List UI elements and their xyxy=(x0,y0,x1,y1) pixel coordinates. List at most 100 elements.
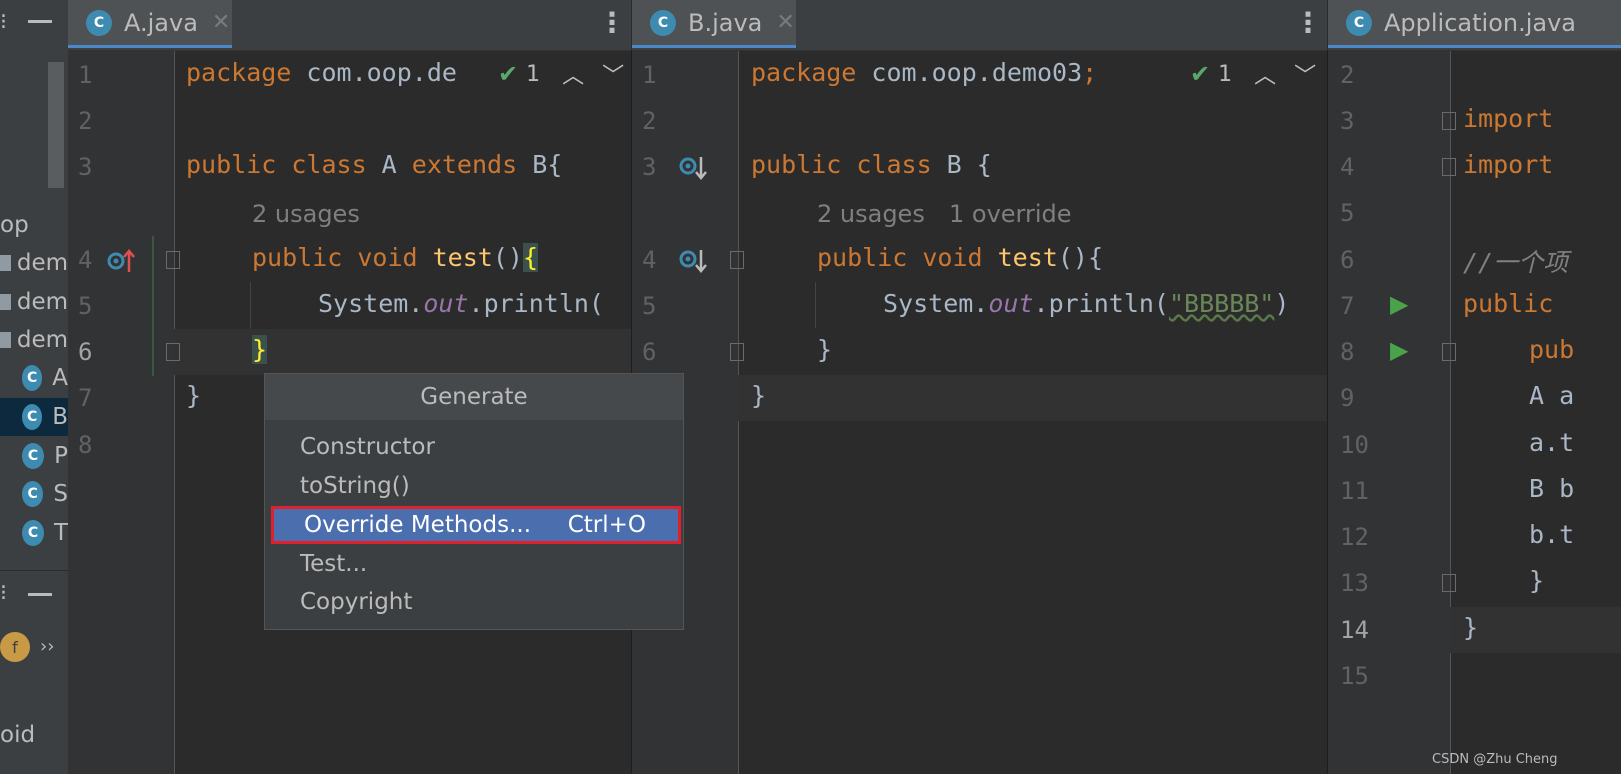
inspection-widget[interactable]: ✔ 1 ︿ ﹀ xyxy=(1190,58,1316,90)
sidebar-item-folder[interactable]: dem xyxy=(0,282,68,322)
code-line-4: public void test(){ xyxy=(817,243,1103,272)
code-text: .println( xyxy=(1033,289,1169,318)
sidebar-item-class-s[interactable]: C S xyxy=(0,475,68,513)
line-number: 4 xyxy=(1340,153,1355,181)
line-number: 9 xyxy=(1340,384,1355,412)
current-line-highlight xyxy=(738,375,1327,421)
tabbar-app: C Application.java xyxy=(1328,0,1621,51)
menu-item-label: Copyright xyxy=(300,589,413,615)
run-icon[interactable]: ▶ xyxy=(1390,290,1408,318)
class-icon: C xyxy=(22,443,45,469)
code-line-5: System.out.println( xyxy=(318,289,604,318)
sidebar-item-label: B xyxy=(52,404,68,430)
folder-icon xyxy=(0,294,11,310)
code-text: System. xyxy=(883,289,989,318)
menu-item-label: Override Methods... xyxy=(304,512,532,538)
line-number: 11 xyxy=(1340,477,1369,505)
menu-item-tostring[interactable]: toString() xyxy=(265,467,683,505)
usages-hint[interactable]: 2 usages xyxy=(817,200,925,228)
overridden-class-icon[interactable] xyxy=(678,153,708,183)
sidebar-item-class-p[interactable]: C P xyxy=(0,437,68,475)
line-number: 8 xyxy=(78,431,93,459)
fold-icon[interactable] xyxy=(166,251,180,269)
code-text: ) xyxy=(1274,289,1290,318)
sidebar-item-label: dem xyxy=(16,289,68,315)
chevron-up-icon[interactable]: ︿ xyxy=(1254,58,1276,90)
fold-icon[interactable] xyxy=(730,251,744,269)
field-icon[interactable]: f xyxy=(0,632,30,662)
overridden-method-icon[interactable] xyxy=(678,246,708,276)
menu-item-override-methods[interactable]: Override Methods... Ctrl+O xyxy=(271,506,681,544)
line-number: 3 xyxy=(642,153,657,181)
line-number: 2 xyxy=(1340,61,1355,89)
code-line-1: package com.oop.de xyxy=(186,58,457,87)
inspection-widget[interactable]: ✔ 1 ︿ ﹀ xyxy=(494,58,625,90)
line-number: 14 xyxy=(1340,616,1369,644)
line-number: 5 xyxy=(78,292,93,320)
sidebar-item-folder[interactable]: dem xyxy=(0,320,68,360)
close-icon[interactable]: ✕ xyxy=(212,10,230,35)
fold-icon[interactable] xyxy=(166,343,180,361)
tab-b-java[interactable]: C B.java ✕ xyxy=(632,0,796,48)
menu-item-copyright[interactable]: Copyright xyxy=(265,583,683,621)
keyword: import xyxy=(1463,150,1554,179)
usages-hint[interactable]: 2 usages xyxy=(252,200,360,228)
fold-icon[interactable] xyxy=(1442,343,1456,361)
tab-a-java[interactable]: C A.java ✕ xyxy=(68,0,232,48)
class-icon: C xyxy=(22,481,44,507)
minimize-icon[interactable] xyxy=(28,593,52,596)
sidebar-item-label: A xyxy=(52,365,68,391)
expand-chevron-icon[interactable]: ›› xyxy=(40,636,54,657)
inspection-count: 1 xyxy=(526,61,541,87)
tabbar-a: C A.java ✕ ⋮ xyxy=(68,0,631,51)
minimize-icon[interactable] xyxy=(28,20,52,23)
fold-icon[interactable] xyxy=(1442,574,1456,592)
sidebar-item-label: dem xyxy=(16,250,68,276)
settings-icon[interactable]: ⁝ xyxy=(0,10,7,35)
semicolon: ; xyxy=(1082,58,1098,87)
code-line-3: public class B { xyxy=(751,150,992,179)
code-line-1: package com.oop.demo03; xyxy=(751,58,1097,87)
menu-item-constructor[interactable]: Constructor xyxy=(265,428,683,466)
tab-application-java[interactable]: C Application.java xyxy=(1328,0,1621,48)
fold-icon[interactable] xyxy=(1442,112,1456,130)
settings-icon[interactable]: ⁝ xyxy=(0,581,7,606)
keyword: package xyxy=(186,58,292,87)
class-icon: C xyxy=(22,365,43,391)
override-method-icon[interactable] xyxy=(106,246,136,276)
more-options-icon[interactable]: ⋮ xyxy=(1294,6,1322,39)
sidebar-item-module[interactable]: op xyxy=(0,212,29,238)
static-field: out xyxy=(423,289,469,318)
method-name: test xyxy=(982,243,1058,272)
method-name: test xyxy=(417,243,493,272)
chevron-down-icon[interactable]: ﹀ xyxy=(602,58,624,90)
indent-guide xyxy=(250,282,251,328)
overrides-hint[interactable]: 1 override xyxy=(949,200,1072,228)
keyword: pub xyxy=(1529,335,1575,364)
popup-title: Generate xyxy=(265,374,683,420)
menu-item-label: toString() xyxy=(300,473,410,499)
chevron-down-icon[interactable]: ﹀ xyxy=(1294,58,1316,90)
fold-icon[interactable] xyxy=(730,343,744,361)
sidebar-item-label: P xyxy=(54,443,68,469)
class-icon: C xyxy=(1346,9,1372,36)
line-number: 1 xyxy=(78,61,93,89)
sidebar-item-folder[interactable]: dem xyxy=(0,243,68,283)
close-icon[interactable]: ✕ xyxy=(776,10,794,35)
code-text: } xyxy=(1529,566,1545,595)
sidebar-scrollbar[interactable] xyxy=(48,62,64,188)
more-options-icon[interactable]: ⋮ xyxy=(598,6,626,39)
current-line-highlight xyxy=(174,329,631,375)
menu-item-test[interactable]: Test... xyxy=(265,545,683,583)
run-icon[interactable]: ▶ xyxy=(1390,336,1408,364)
tab-label: Application.java xyxy=(1384,8,1577,37)
sidebar-item-class-b[interactable]: C B xyxy=(0,398,68,436)
chevron-up-icon[interactable]: ︿ xyxy=(562,58,584,90)
code-text: A a xyxy=(1529,381,1575,410)
line-number: 2 xyxy=(78,107,93,135)
sidebar-item-class-t[interactable]: C T xyxy=(0,514,68,552)
sidebar-item-class-a[interactable]: C A xyxy=(0,359,68,397)
line-number: 5 xyxy=(1340,199,1355,227)
class-icon: C xyxy=(650,9,676,36)
fold-icon[interactable] xyxy=(1442,158,1456,176)
